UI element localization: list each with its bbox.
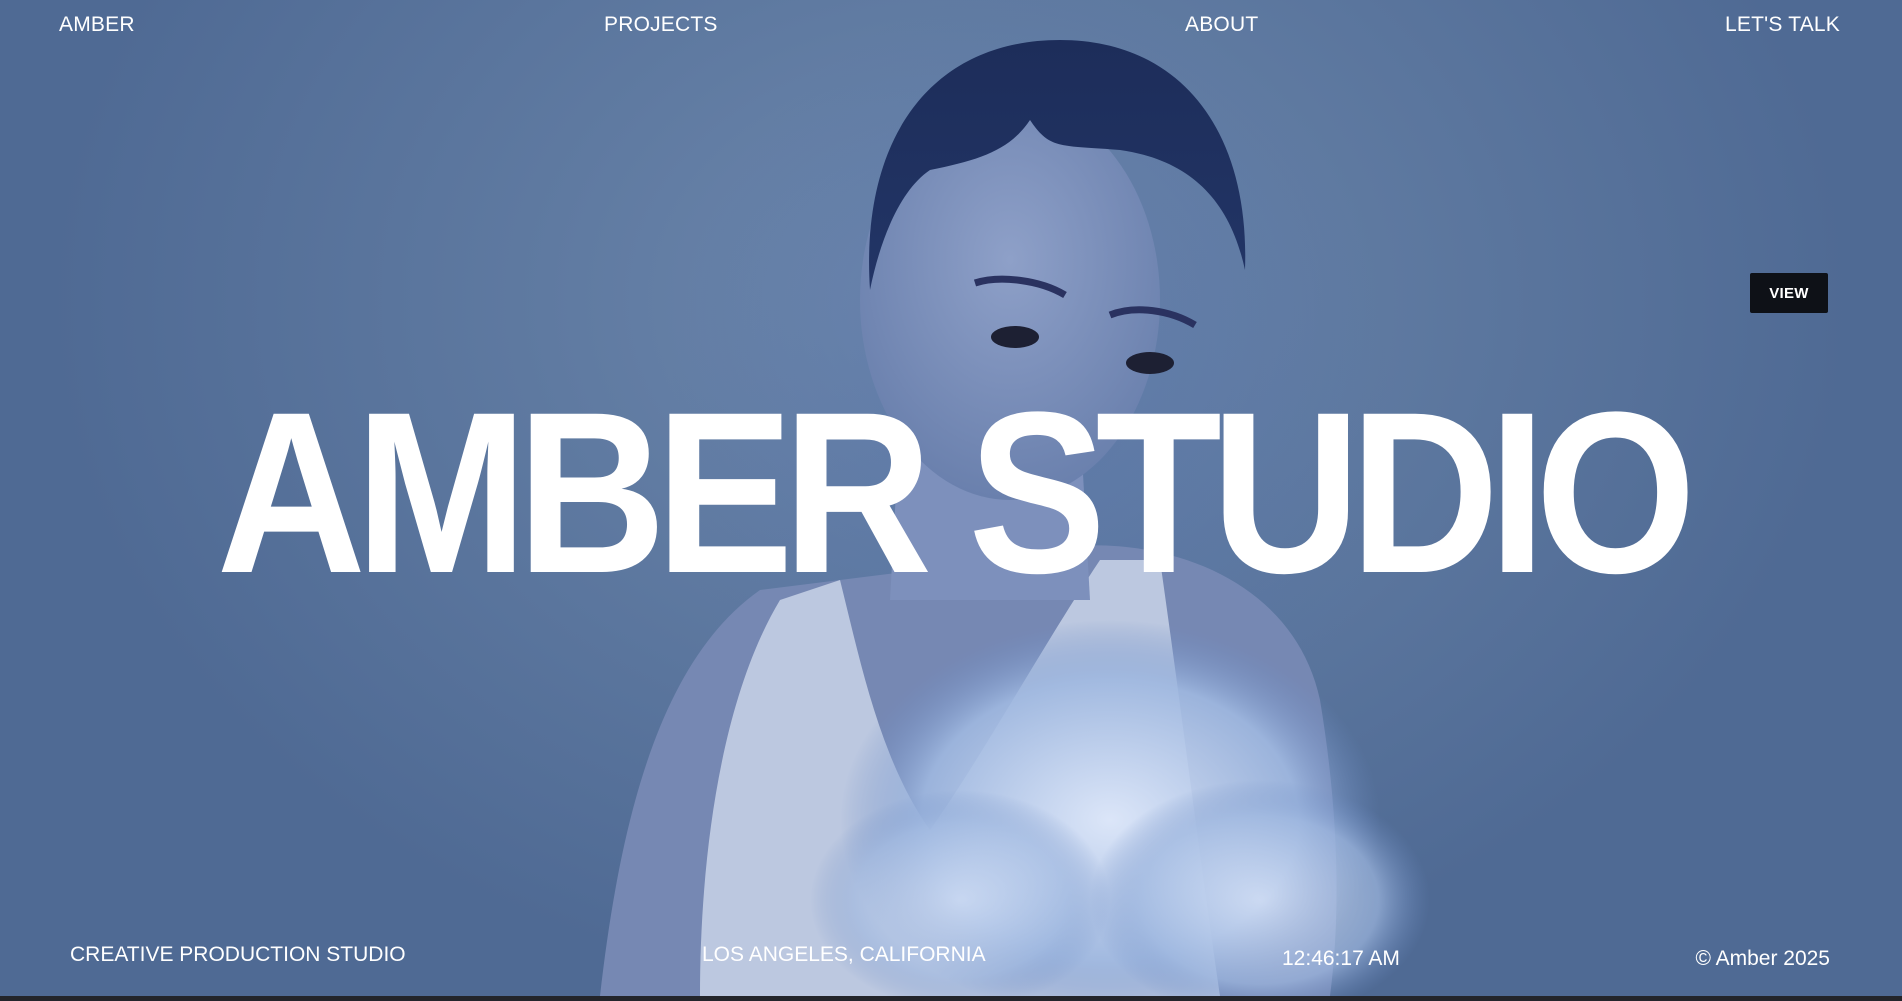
nav-about-link[interactable]: ABOUT xyxy=(1185,13,1258,37)
studio-location: LOS ANGELES, CALIFORNIA xyxy=(702,943,986,966)
view-button[interactable]: VIEW xyxy=(1750,273,1828,313)
local-time-clock: 12:46:17 AM xyxy=(1282,947,1400,970)
studio-tagline: CREATIVE PRODUCTION STUDIO xyxy=(70,943,406,966)
nav-projects-link[interactable]: PROJECTS xyxy=(604,13,718,37)
hero-title: AMBER STUDIO xyxy=(216,364,1697,621)
bottom-divider xyxy=(0,996,1902,1001)
nav-contact-link[interactable]: LET'S TALK xyxy=(1725,13,1840,37)
nav-logo-link[interactable]: AMBER xyxy=(59,13,135,37)
hero-section: AMBER PROJECTS ABOUT LET'S TALK VIEW AMB… xyxy=(0,0,1902,996)
copyright-notice: © Amber 2025 xyxy=(1695,947,1830,970)
